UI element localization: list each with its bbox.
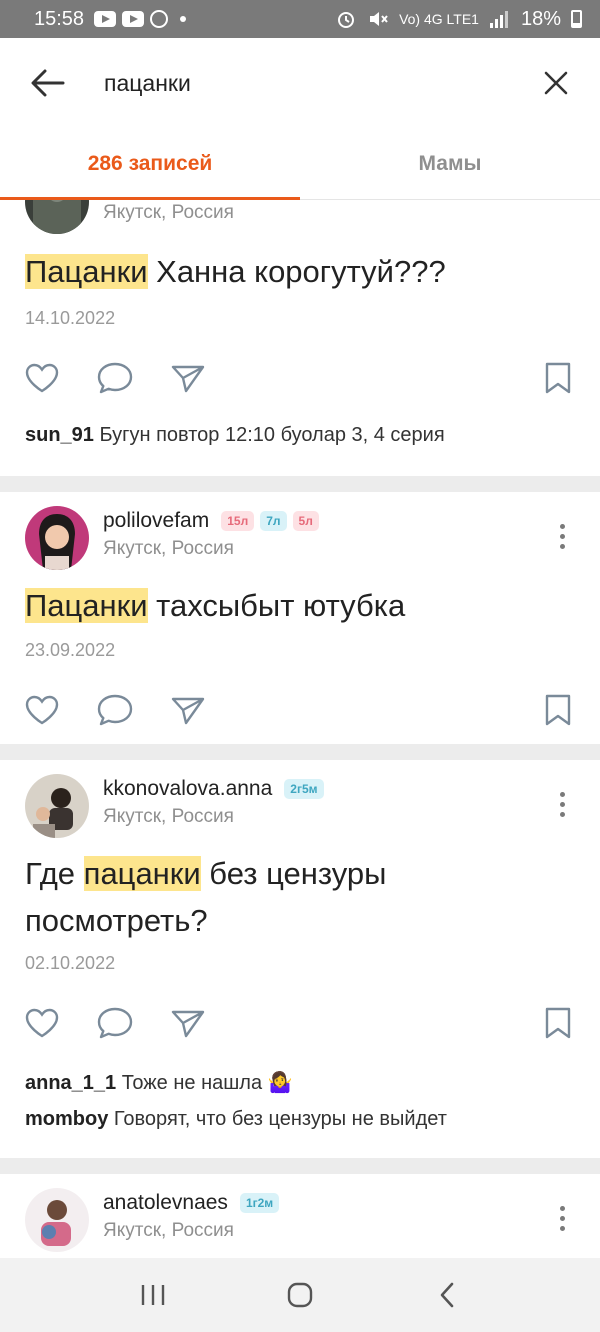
bookmark-button[interactable] (538, 690, 578, 730)
search-highlight: Пацанки (25, 254, 148, 289)
post-author[interactable]: Якутск, Россия (25, 200, 234, 234)
comment-preview[interactable]: anna_1_1 Тоже не нашла 🤷‍♀️ (25, 1070, 293, 1095)
alarm-icon (338, 12, 355, 28)
bookmark-icon (545, 1007, 571, 1039)
post-author[interactable]: kkonovalova.anna 2г5м Якутск, Россия (25, 774, 324, 838)
comment-button[interactable] (95, 1003, 135, 1043)
share-button[interactable] (168, 690, 208, 730)
post-date: 14.10.2022 (25, 308, 116, 328)
tab-bar: 286 записей Мамы (0, 128, 600, 200)
more-options-button[interactable] (552, 784, 572, 824)
post-author[interactable]: anatolevnaes 1г2м Якутск, Россия (25, 1188, 280, 1252)
comment-button[interactable] (95, 358, 135, 398)
search-highlight: Пацанки (25, 588, 148, 623)
recent-apps-icon (142, 1285, 165, 1305)
comment-button[interactable] (95, 690, 135, 730)
child-age-badge: 7л (260, 511, 287, 531)
bookmark-icon (545, 362, 571, 394)
speech-bubble-icon (97, 694, 133, 726)
mute-icon (370, 12, 388, 26)
share-button[interactable] (168, 358, 208, 398)
home-icon (287, 1282, 313, 1308)
search-row: пацанки (0, 38, 600, 128)
bookmark-button[interactable] (538, 1003, 578, 1043)
child-age-badge: 2г5м (284, 779, 324, 799)
status-bar: 15:58 Vo) 4G LTE1 18% (0, 0, 600, 38)
send-icon (171, 1010, 205, 1038)
notification-icons (94, 10, 187, 28)
clear-search-button[interactable] (536, 63, 576, 103)
post-location: Якутск, Россия (103, 806, 234, 827)
post-username[interactable]: anatolevnaes (103, 1191, 228, 1215)
heart-icon (25, 1008, 59, 1038)
child-age-badge: 1г2м (239, 1193, 280, 1213)
post-actions (22, 1003, 578, 1043)
close-icon (544, 71, 568, 95)
heart-icon (25, 695, 59, 725)
heart-icon (25, 363, 59, 393)
back-button[interactable] (28, 63, 68, 103)
child-age-badge: 15л (221, 511, 255, 531)
post-username[interactable]: kkonovalova.anna (103, 777, 272, 801)
tab-posts[interactable]: 286 записей (0, 128, 300, 200)
search-highlight: пацанки (83, 856, 201, 891)
whatsapp-icon (150, 10, 169, 28)
arrow-left-icon (31, 69, 65, 97)
comment-preview[interactable]: momboy Говорят, что без цензуры не выйде… (25, 1108, 447, 1131)
youtube-icon (94, 11, 117, 27)
home-button[interactable] (270, 1270, 330, 1320)
avatar[interactable] (25, 200, 89, 234)
post-text[interactable]: Пацанки Ханна корогутуй??? (25, 248, 575, 295)
avatar[interactable] (25, 774, 89, 838)
chevron-left-icon (440, 1282, 453, 1308)
youtube-icon (122, 11, 145, 27)
post-location: Якутск, Россия (103, 202, 234, 223)
battery-percent: 18% (520, 7, 561, 30)
battery-icon (571, 10, 582, 28)
system-navigation-bar (0, 1258, 600, 1332)
tab-moms[interactable]: Мамы (300, 128, 600, 199)
avatar[interactable] (25, 1188, 89, 1252)
post-date: 23.09.2022 (25, 640, 116, 660)
like-button[interactable] (22, 690, 62, 730)
system-back-button[interactable] (417, 1270, 477, 1320)
network-type-label: Vo) 4G LTE1 (399, 11, 479, 27)
avatar[interactable] (25, 506, 89, 570)
post-text[interactable]: Пацанки тахсыбыт ютубка (25, 582, 575, 629)
search-header: пацанки 286 записей Мамы (0, 38, 600, 200)
status-time: 15:58 (34, 7, 85, 30)
bookmark-icon (545, 694, 571, 726)
post-location: Якутск, Россия (103, 538, 234, 559)
speech-bubble-icon (97, 1007, 133, 1039)
post-text[interactable]: Где пацанки без цензуры посмотреть? (25, 850, 575, 944)
post-card: polilovefam 15л 7л 5л Якутск, Россия Пац… (0, 492, 600, 744)
post-author[interactable]: polilovefam 15л 7л 5л Якутск, Россия (25, 506, 319, 570)
post-username[interactable]: polilovefam (103, 509, 209, 533)
post-card: kkonovalova.anna 2г5м Якутск, Россия Где… (0, 760, 600, 1158)
post-card: Якутск, Россия Пацанки Ханна корогутуй??… (0, 200, 600, 476)
post-actions (22, 358, 578, 398)
like-button[interactable] (22, 1003, 62, 1043)
signal-icon (489, 11, 508, 28)
share-button[interactable] (168, 1003, 208, 1043)
more-notifications-dot-icon (180, 16, 187, 22)
post-date: 02.10.2022 (25, 953, 116, 973)
comment-preview[interactable]: sun_91 Бугун повтор 12:10 буолар 3, 4 се… (25, 424, 445, 447)
search-results-feed[interactable]: Якутск, Россия Пацанки Ханна корогутуй??… (0, 200, 600, 1258)
post-location: Якутск, Россия (103, 1220, 234, 1241)
child-age-badge: 5л (292, 511, 319, 531)
bookmark-button[interactable] (538, 358, 578, 398)
like-button[interactable] (22, 358, 62, 398)
more-options-button[interactable] (552, 516, 572, 556)
recent-apps-button[interactable] (123, 1270, 183, 1320)
send-icon (171, 365, 205, 393)
post-actions (22, 690, 578, 730)
search-input[interactable]: пацанки (104, 70, 536, 97)
more-options-button[interactable] (552, 1198, 572, 1238)
send-icon (171, 697, 205, 725)
post-card: anatolevnaes 1г2м Якутск, Россия (0, 1174, 600, 1258)
speech-bubble-icon (97, 362, 133, 394)
